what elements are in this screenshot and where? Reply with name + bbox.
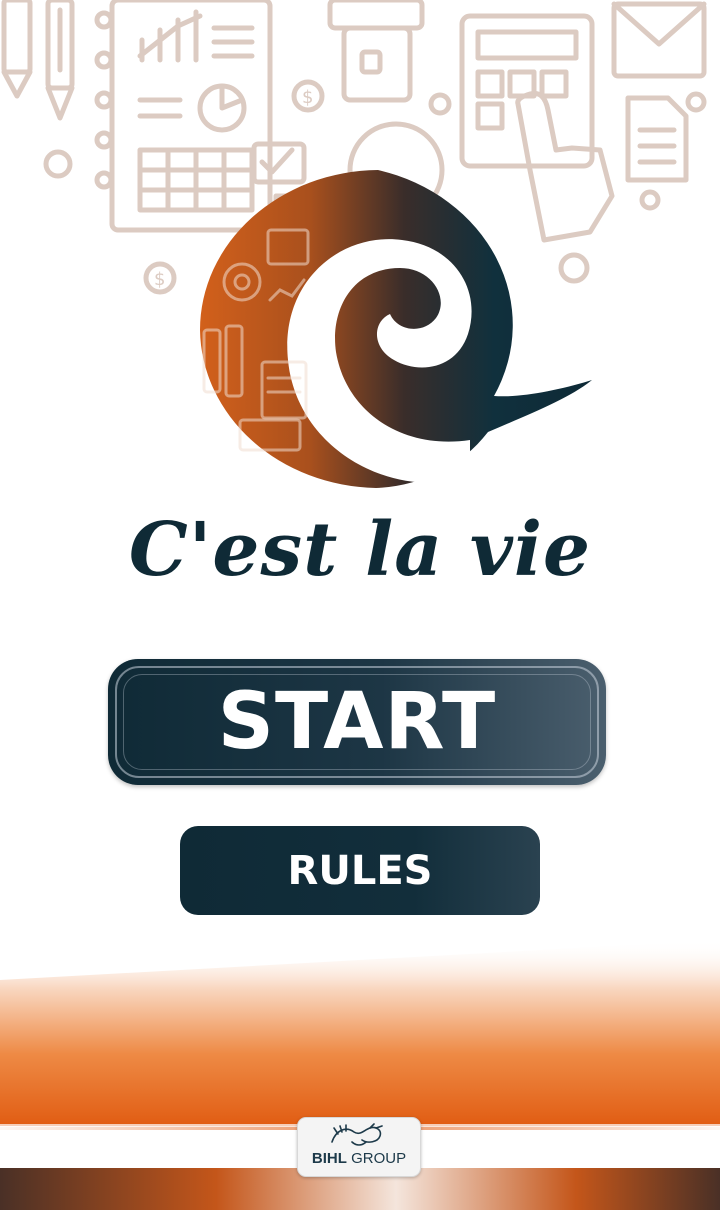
dragon-emblem-icon [331, 1123, 383, 1146]
rules-button-label: RULES [287, 847, 433, 894]
start-button-label: START [217, 677, 497, 767]
spiral-swirl-logo [200, 170, 592, 488]
company-name-suffix: GROUP [351, 1150, 407, 1167]
company-name-prefix: BIHL [311, 1150, 347, 1167]
company-badge: BIHL GROUP [297, 1117, 421, 1177]
splash-screen: $ $ C'est la vie START RULES BIHL GROUP [0, 0, 720, 1210]
rules-button[interactable]: RULES [180, 826, 540, 915]
app-title: C'est la vie [128, 507, 592, 593]
start-button[interactable]: START [108, 659, 606, 785]
company-name: BIHL GROUP [298, 1150, 420, 1167]
